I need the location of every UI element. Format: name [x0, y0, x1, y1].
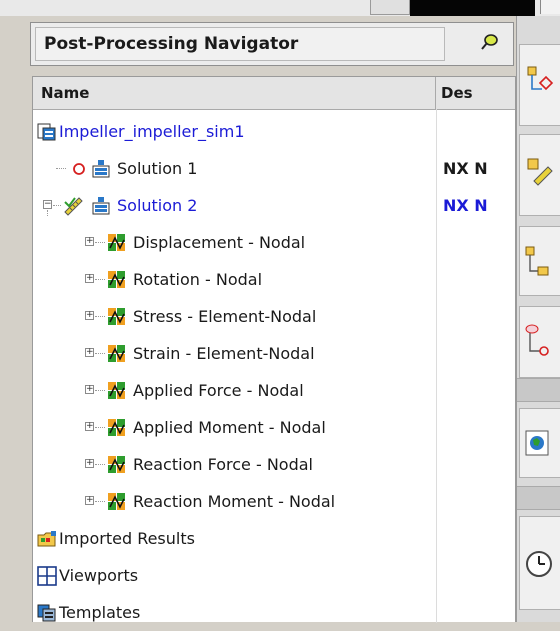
result-icon: [108, 493, 125, 510]
result-icon: [108, 345, 125, 362]
solution-1-label: Solution 1: [117, 159, 198, 178]
result-label: Applied Moment - Nodal: [133, 418, 326, 437]
resource-bar-separator: [517, 486, 560, 510]
assembly-navigator-icon: [525, 246, 549, 276]
tree-row-result[interactable]: + Stress - Element-Nodal: [33, 298, 515, 335]
expand-toggle[interactable]: +: [85, 348, 94, 357]
tree-root-row[interactable]: Impeller_impeller_sim1: [33, 113, 515, 150]
name-column-header[interactable]: Name: [33, 77, 436, 109]
collapse-toggle[interactable]: −: [43, 200, 52, 209]
resource-tab-post-processing[interactable]: [519, 134, 560, 216]
window-tab[interactable]: [540, 0, 560, 14]
tree-row-solution-1[interactable]: Solution 1 NX N: [33, 150, 515, 187]
expand-toggle[interactable]: +: [85, 459, 94, 468]
tree-connector: [95, 242, 105, 243]
resource-tab-web-browser[interactable]: [519, 408, 560, 478]
tree-row-result[interactable]: + Reaction Force - Nodal: [33, 446, 515, 483]
tree-row-result[interactable]: + Displacement - Nodal: [33, 224, 515, 261]
result-icon: [108, 234, 125, 251]
collapse-tab[interactable]: [370, 0, 410, 15]
tree-row-result[interactable]: + Applied Moment - Nodal: [33, 409, 515, 446]
resource-tab-assembly-navigator[interactable]: [519, 226, 560, 296]
resource-bar: [516, 16, 560, 622]
result-label: Displacement - Nodal: [133, 233, 306, 252]
resource-tab-history[interactable]: [519, 516, 560, 610]
folder-results-icon: [37, 531, 56, 547]
expand-toggle[interactable]: +: [85, 496, 94, 505]
top-window-strip: [0, 0, 560, 16]
tree-row-templates[interactable]: Templates: [33, 594, 515, 631]
expand-toggle[interactable]: +: [85, 311, 94, 320]
result-label: Rotation - Nodal: [133, 270, 263, 289]
post-processing-tree: Name Des Impeller_impeller_sim1 Solution…: [32, 76, 516, 623]
tree-row-imported-results[interactable]: Imported Results: [33, 520, 515, 557]
tree-connector: [95, 501, 105, 502]
root-label: Impeller_impeller_sim1: [59, 122, 245, 141]
tree-row-result[interactable]: + Strain - Element-Nodal: [33, 335, 515, 372]
expand-toggle[interactable]: +: [85, 385, 94, 394]
result-icon: [108, 382, 125, 399]
column-header: Name Des: [33, 77, 515, 110]
tree-row-solution-2[interactable]: − Solution 2 NX N: [33, 187, 515, 224]
tree-row-result[interactable]: + Reaction Moment - Nodal: [33, 483, 515, 520]
resource-tab-constraint-navigator[interactable]: [519, 306, 560, 378]
solver-icon: [92, 197, 110, 215]
expand-toggle[interactable]: +: [85, 237, 94, 246]
tree-connector: [56, 168, 66, 169]
templates-icon: [37, 604, 56, 622]
result-icon: [108, 456, 125, 473]
navigator-title[interactable]: Post-Processing Navigator: [35, 27, 445, 61]
graphics-window-edge: [410, 0, 535, 16]
viewports-grid-icon: [37, 566, 57, 586]
clock-icon: [526, 551, 552, 577]
inactive-circle-icon[interactable]: [69, 159, 89, 179]
sim-file-icon: [37, 123, 56, 141]
viewports-label: Viewports: [59, 566, 139, 585]
pin-icon[interactable]: [479, 32, 499, 52]
tree-row-result[interactable]: + Applied Force - Nodal: [33, 372, 515, 409]
result-icon: [108, 419, 125, 436]
tree-connector: [95, 353, 105, 354]
part-navigator-icon: [527, 66, 554, 91]
description-column-header[interactable]: Des: [437, 77, 515, 109]
tree-row-result[interactable]: + Rotation - Nodal: [33, 261, 515, 298]
solution-2-description: NX N: [443, 196, 488, 215]
result-label: Stress - Element-Nodal: [133, 307, 317, 326]
solution-1-description: NX N: [443, 159, 488, 178]
resource-tab-part-navigator[interactable]: [519, 44, 560, 126]
solver-icon: [92, 160, 110, 178]
expand-toggle[interactable]: +: [85, 422, 94, 431]
solution-2-label: Solution 2: [117, 196, 198, 215]
imported-results-label: Imported Results: [59, 529, 195, 548]
tree-guide: [47, 210, 48, 216]
result-label: Reaction Force - Nodal: [133, 455, 313, 474]
tree-connector: [95, 427, 105, 428]
result-label: Applied Force - Nodal: [133, 381, 304, 400]
resource-bar-separator: [517, 378, 560, 402]
tree-connector: [95, 316, 105, 317]
tree-connector: [95, 390, 105, 391]
tree-row-viewports[interactable]: Viewports: [33, 557, 515, 594]
result-icon: [108, 308, 125, 325]
templates-label: Templates: [59, 603, 141, 622]
tree-connector: [95, 279, 105, 280]
tree-connector: [95, 464, 105, 465]
navigator-header: Post-Processing Navigator: [30, 22, 514, 66]
constraint-navigator-icon: [525, 324, 549, 356]
expand-toggle[interactable]: +: [85, 274, 94, 283]
result-icon: [108, 271, 125, 288]
post-processing-icon: [527, 158, 553, 186]
globe-icon: [525, 430, 549, 456]
tree-connector: [53, 205, 61, 206]
result-label: Reaction Moment - Nodal: [133, 492, 336, 511]
active-ruler-icon[interactable]: [63, 196, 83, 216]
result-label: Strain - Element-Nodal: [133, 344, 315, 363]
